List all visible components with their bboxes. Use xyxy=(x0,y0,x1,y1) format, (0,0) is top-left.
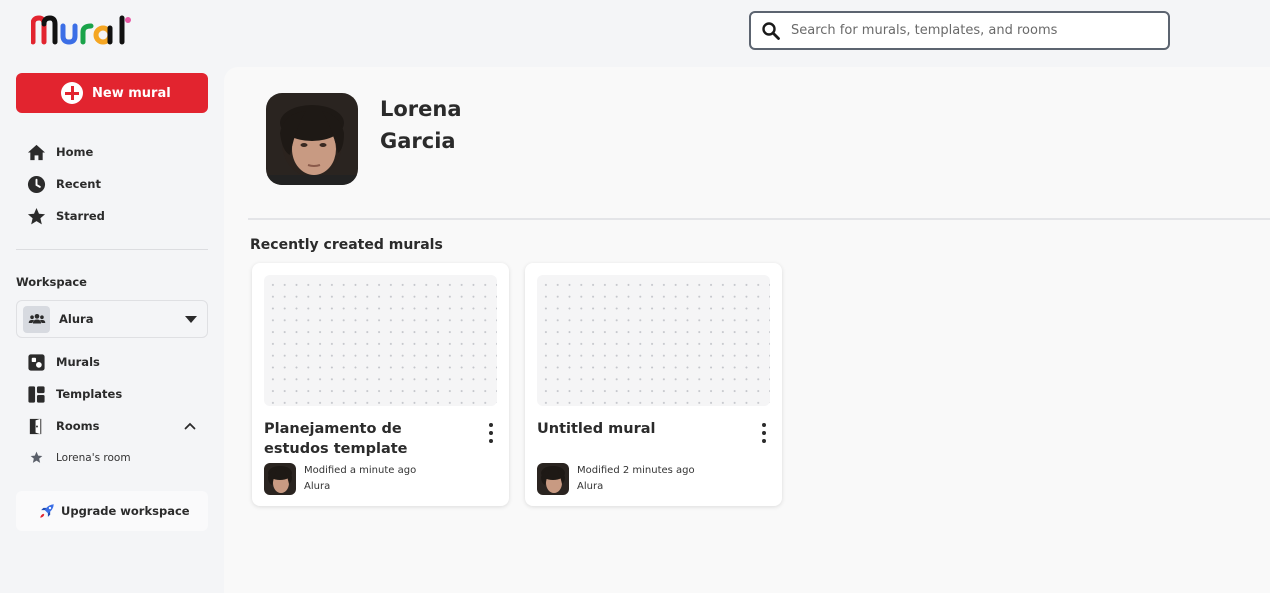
mural-card[interactable]: Untitled mural Modified 2 minutes ago Al… xyxy=(525,263,782,506)
profile-last-name: Garcia xyxy=(380,129,456,153)
mural-card[interactable]: Planejamento de estudos template Modifie… xyxy=(252,263,509,506)
sidebar-item-label: Murals xyxy=(56,355,100,369)
new-mural-button[interactable]: New mural xyxy=(16,73,208,113)
profile-name: Lorena Garcia xyxy=(380,93,462,157)
room-label: Lorena's room xyxy=(56,451,131,464)
sidebar-item-label: Recent xyxy=(56,177,101,191)
mural-title: Untitled mural xyxy=(537,421,656,437)
upgrade-label: Upgrade workspace xyxy=(61,504,190,518)
mural-meta: Modified a minute ago Alura xyxy=(304,463,416,495)
templates-icon xyxy=(26,384,46,404)
workspace-selector[interactable]: Alura xyxy=(16,300,208,338)
sidebar-item-templates[interactable]: Templates xyxy=(26,384,122,404)
star-icon xyxy=(26,206,46,226)
sidebar-room-lorena[interactable]: Lorena's room xyxy=(30,451,131,464)
modified-time: Modified 2 minutes ago xyxy=(577,465,695,476)
home-icon xyxy=(26,142,46,162)
workspace-name: Alura xyxy=(59,312,94,326)
sidebar-divider xyxy=(16,249,208,250)
plus-circle-icon xyxy=(61,82,83,104)
profile-first-name: Lorena xyxy=(380,97,462,121)
sidebar-item-recent[interactable]: Recent xyxy=(26,174,101,194)
recent-murals-title: Recently created murals xyxy=(250,237,443,253)
workspace-label: Workspace xyxy=(16,275,87,289)
mural-thumbnail[interactable] xyxy=(264,275,497,406)
search-input[interactable] xyxy=(791,23,1151,38)
avatar xyxy=(537,463,569,495)
sidebar-item-label: Home xyxy=(56,145,94,159)
sidebar-item-label: Templates xyxy=(56,387,123,401)
main-divider xyxy=(248,218,1270,220)
sidebar-item-starred[interactable]: Starred xyxy=(26,206,105,226)
door-icon xyxy=(26,416,46,436)
sidebar-item-murals[interactable]: Murals xyxy=(26,352,100,372)
sidebar: New mural Home Recent Starred Workspace xyxy=(0,60,224,593)
profile-avatar xyxy=(266,93,358,185)
search-icon xyxy=(762,21,780,40)
mural-logo[interactable] xyxy=(31,14,133,46)
search-bar[interactable] xyxy=(749,11,1170,50)
workspace-name: Alura xyxy=(304,481,331,492)
clock-icon xyxy=(26,174,46,194)
people-icon xyxy=(23,305,50,333)
avatar xyxy=(264,463,296,495)
more-options-icon[interactable] xyxy=(487,423,495,443)
new-mural-label: New mural xyxy=(92,85,171,101)
sidebar-item-rooms[interactable]: Rooms xyxy=(26,416,99,436)
upgrade-workspace-button[interactable]: Upgrade workspace xyxy=(16,491,208,531)
rocket-icon xyxy=(40,504,54,518)
mural-meta: Modified 2 minutes ago Alura xyxy=(577,463,695,495)
mural-title: Planejamento de estudos template xyxy=(264,421,408,457)
star-icon xyxy=(30,451,43,463)
more-options-icon[interactable] xyxy=(760,423,768,443)
workspace-name: Alura xyxy=(577,481,604,492)
chevron-up-icon[interactable] xyxy=(184,420,196,432)
mural-thumbnail[interactable] xyxy=(537,275,770,406)
sidebar-item-label: Rooms xyxy=(56,419,100,433)
modified-time: Modified a minute ago xyxy=(304,465,417,476)
caret-down-icon xyxy=(185,316,197,323)
sidebar-item-home[interactable]: Home xyxy=(26,142,93,162)
mural-icon xyxy=(26,352,46,372)
sidebar-item-label: Starred xyxy=(56,209,105,223)
main-content: Lorena Garcia Recently created murals Pl… xyxy=(224,67,1270,593)
